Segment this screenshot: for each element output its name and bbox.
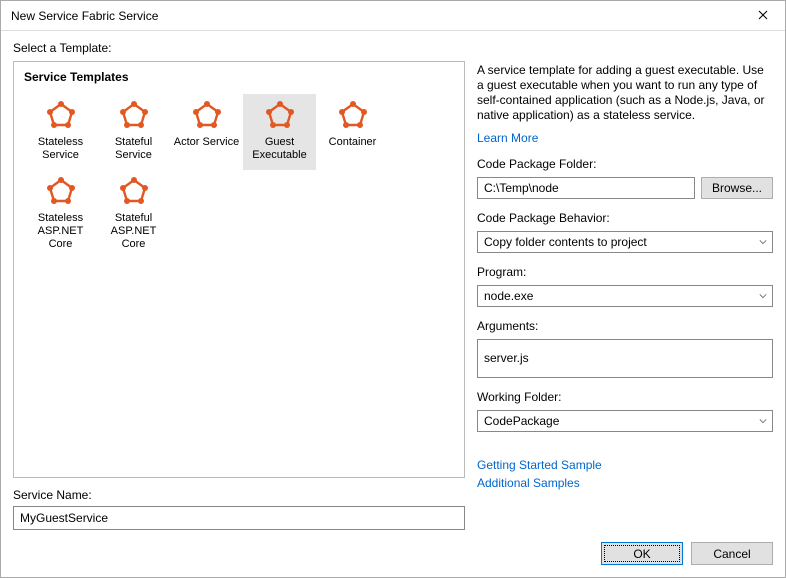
close-button[interactable] (740, 1, 785, 31)
service-name-input[interactable] (13, 506, 465, 530)
window-title: New Service Fabric Service (11, 9, 158, 23)
browse-button[interactable]: Browse... (701, 177, 773, 199)
program-input[interactable] (477, 285, 773, 307)
select-template-label: Select a Template: (13, 41, 773, 55)
template-item-label: Stateless ASP.NET Core (26, 212, 95, 251)
template-item-label: Stateless Service (26, 136, 95, 162)
template-description: A service template for adding a guest ex… (477, 63, 773, 123)
working-folder-select[interactable] (477, 410, 773, 432)
code-package-behavior-select[interactable] (477, 231, 773, 253)
code-package-folder-input[interactable] (477, 177, 695, 199)
service-fabric-icon (45, 176, 77, 208)
code-package-behavior-value[interactable] (477, 231, 773, 253)
template-item-stateless-service[interactable]: Stateless Service (24, 94, 97, 170)
template-item-container[interactable]: Container (316, 94, 389, 170)
service-fabric-icon (337, 100, 369, 132)
template-item-stateful-asp-net-core[interactable]: Stateful ASP.NET Core (97, 170, 170, 259)
code-package-behavior-label: Code Package Behavior: (477, 211, 773, 225)
template-item-label: Stateful ASP.NET Core (99, 212, 168, 251)
program-select[interactable] (477, 285, 773, 307)
templates-panel: Service Templates Stateless Service Stat… (13, 61, 465, 478)
program-label: Program: (477, 265, 773, 279)
arguments-label: Arguments: (477, 319, 773, 333)
template-item-label: Stateful Service (99, 136, 168, 162)
ok-button[interactable]: OK (601, 542, 683, 565)
template-item-label: Actor Service (172, 136, 241, 149)
template-item-label: Guest Executable (245, 136, 314, 162)
service-fabric-icon (264, 100, 296, 132)
service-name-label: Service Name: (13, 488, 465, 502)
code-package-folder-label: Code Package Folder: (477, 157, 773, 171)
getting-started-link[interactable]: Getting Started Sample (477, 458, 773, 472)
cancel-button[interactable]: Cancel (691, 542, 773, 565)
arguments-input[interactable] (477, 339, 773, 378)
service-fabric-icon (45, 100, 77, 132)
additional-samples-link[interactable]: Additional Samples (477, 476, 773, 490)
service-fabric-icon (118, 100, 150, 132)
template-item-label: Container (318, 136, 387, 149)
close-icon (758, 9, 768, 23)
working-folder-value[interactable] (477, 410, 773, 432)
service-fabric-icon (191, 100, 223, 132)
learn-more-link[interactable]: Learn More (477, 131, 773, 145)
template-item-stateful-service[interactable]: Stateful Service (97, 94, 170, 170)
working-folder-label: Working Folder: (477, 390, 773, 404)
template-item-stateless-asp-net-core[interactable]: Stateless ASP.NET Core (24, 170, 97, 259)
template-item-guest-executable[interactable]: Guest Executable (243, 94, 316, 170)
template-item-actor-service[interactable]: Actor Service (170, 94, 243, 170)
service-fabric-icon (118, 176, 150, 208)
titlebar: New Service Fabric Service (1, 1, 785, 31)
templates-heading: Service Templates (24, 70, 454, 84)
